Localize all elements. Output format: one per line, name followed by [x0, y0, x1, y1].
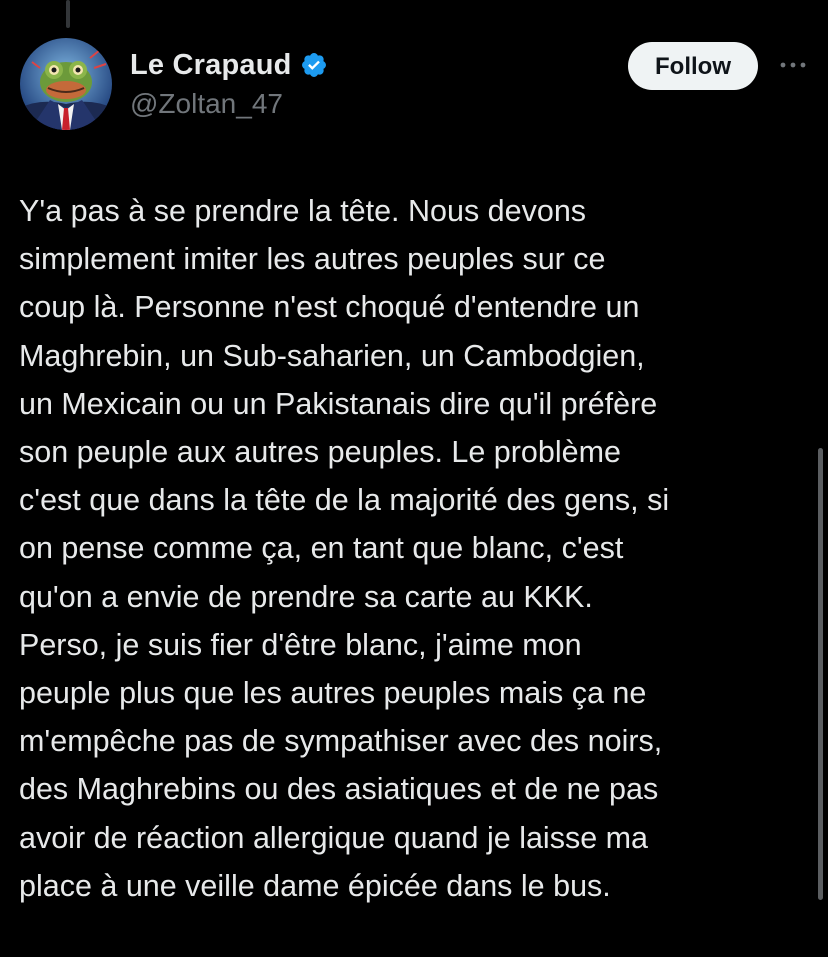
- author-display-name[interactable]: Le Crapaud: [130, 49, 292, 82]
- follow-button[interactable]: Follow: [628, 42, 758, 90]
- scrollbar[interactable]: [818, 448, 823, 900]
- thread-connector-line: [66, 0, 70, 28]
- tweet-text: Y'a pas à se prendre la tête. Nous devon…: [19, 194, 670, 903]
- author-name-row: Le Crapaud: [130, 46, 328, 84]
- frog-avatar-icon: [20, 38, 112, 130]
- avatar[interactable]: [20, 38, 112, 130]
- more-options-icon[interactable]: [776, 52, 810, 78]
- tweet-author: Le Crapaud @Zoltan_47: [130, 46, 328, 120]
- author-handle[interactable]: @Zoltan_47: [130, 88, 328, 120]
- verified-badge-icon: [300, 51, 328, 79]
